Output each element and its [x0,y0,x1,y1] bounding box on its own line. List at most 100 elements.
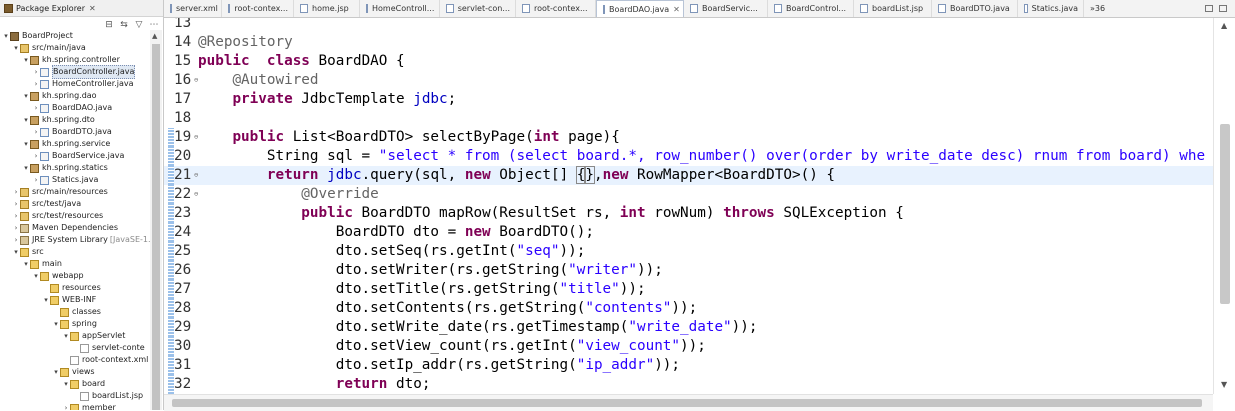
code-line[interactable]: 20 String sql = "select * from (select b… [164,147,1213,166]
tree-node[interactable]: › Maven Dependencies [0,222,150,234]
editor-tab[interactable]: BoardDTO.java [932,0,1018,17]
link-with-editor-icon[interactable]: ⇆ [119,20,129,30]
tree-node[interactable]: resources [0,282,150,294]
tree-node[interactable]: ▾ board [0,378,150,390]
fold-icon[interactable]: ⊖ [194,71,198,90]
expand-arrow-icon[interactable]: ▾ [22,258,30,270]
expand-arrow-icon[interactable]: ▾ [22,90,30,102]
tree-node[interactable]: ▾ src/main/java [0,42,150,54]
tree-node[interactable]: ▾ spring [0,318,150,330]
collapse-arrow-icon[interactable]: › [32,174,40,186]
expand-arrow-icon[interactable]: ▾ [22,138,30,150]
fold-icon[interactable]: ⊖ [194,128,198,147]
expand-arrow-icon[interactable]: ▾ [52,366,60,378]
editor-hscroll-thumb[interactable] [172,399,1202,407]
tree-node[interactable]: ▾ BoardProject [0,30,150,42]
editor-tab[interactable]: root-contex... [222,0,294,17]
editor-tab[interactable]: home.jsp [294,0,360,17]
editor-tab[interactable]: Statics.java [1018,0,1084,17]
tree-node[interactable]: › BoardDAO.java [0,102,150,114]
collapse-arrow-icon[interactable]: › [32,126,40,138]
editor-tab[interactable]: BoardDAO.java ✕ [596,0,684,17]
tree-node[interactable]: › BoardDTO.java [0,126,150,138]
tree-node[interactable]: root-context.xml [0,354,150,366]
fold-icon[interactable]: ⊖ [194,166,198,185]
scroll-up-icon[interactable]: ▲ [152,32,157,40]
code-line[interactable]: 21 ⊖ return jdbc.query(sql, new Object[] … [164,166,1213,185]
expand-arrow-icon[interactable]: ▾ [62,378,70,390]
tree-node[interactable]: › src/main/resources [0,186,150,198]
expand-arrow-icon[interactable]: ▾ [62,330,70,342]
expand-arrow-icon[interactable]: ▾ [2,30,10,42]
expand-arrow-icon[interactable]: ▾ [12,246,20,258]
expand-arrow-icon[interactable]: ▾ [22,114,30,126]
editor-tab[interactable]: root-contex... [516,0,596,17]
code-line[interactable]: 28 dto.setContents(rs.getString("content… [164,299,1213,318]
editor-scroll-thumb[interactable] [1220,124,1230,304]
more-icon[interactable]: ⋯ [149,20,159,30]
tree-node[interactable]: classes [0,306,150,318]
explorer-scrollbar[interactable]: ▲ [150,30,162,410]
tree-node[interactable]: boardList.jsp [0,390,150,402]
editor-horizontal-scrollbar[interactable] [164,394,1213,411]
collapse-arrow-icon[interactable]: › [12,234,20,246]
scroll-down-icon[interactable]: ▼ [1221,380,1227,389]
editor-tab[interactable]: BoardControl... [768,0,854,17]
tree-node[interactable]: ▾ src [0,246,150,258]
code-line[interactable]: 26 dto.setWriter(rs.getString("writer"))… [164,261,1213,280]
expand-arrow-icon[interactable]: ▾ [42,294,50,306]
close-icon[interactable]: ✕ [89,4,96,13]
tree-node[interactable]: ▾ appServlet [0,330,150,342]
code-line[interactable]: 27 dto.setTitle(rs.getString("title")); [164,280,1213,299]
tabs-overflow-button[interactable]: »36 [1084,0,1111,17]
code-line[interactable]: 31 dto.setIp_addr(rs.getString("ip_addr"… [164,356,1213,375]
scroll-up-icon[interactable]: ▲ [1221,21,1227,30]
tree-node[interactable]: ▾ kh.spring.dto [0,114,150,126]
expand-arrow-icon[interactable]: ▾ [22,54,30,66]
code-line[interactable]: 30 dto.setView_count(rs.getInt("view_cou… [164,337,1213,356]
tree-node[interactable]: › BoardController.java [0,65,150,79]
tree-node[interactable]: ▾ webapp [0,270,150,282]
tree-node[interactable]: › src/test/java [0,198,150,210]
tree-node[interactable]: ▾ kh.spring.service [0,138,150,150]
tree-node[interactable]: › member [0,402,150,410]
code-line[interactable]: 14 @Repository [164,33,1213,52]
code-line[interactable]: 22 ⊖ @Override [164,185,1213,204]
collapse-arrow-icon[interactable]: › [12,222,20,234]
view-menu-icon[interactable]: ▽ [134,20,144,30]
tree-node[interactable]: › Statics.java [0,174,150,186]
collapse-arrow-icon[interactable]: › [12,186,20,198]
tree-node[interactable]: ▾ WEB-INF [0,294,150,306]
maximize-icon[interactable] [1219,5,1227,12]
editor-tab[interactable]: HomeControll... [360,0,440,17]
fold-icon[interactable]: ⊖ [194,185,198,204]
collapse-all-icon[interactable]: ⊟ [104,20,114,30]
collapse-arrow-icon[interactable]: › [32,102,40,114]
expand-arrow-icon[interactable]: ▾ [52,318,60,330]
tree-node[interactable]: › JRE System Library [JavaSE-1.8] [0,234,159,246]
expand-arrow-icon[interactable]: ▾ [22,162,30,174]
tree-node[interactable]: ▾ kh.spring.dao [0,90,150,102]
code-line[interactable]: 24 BoardDTO dto = new BoardDTO(); [164,223,1213,242]
code-line[interactable]: 29 dto.setWrite_date(rs.getTimestamp("wr… [164,318,1213,337]
explorer-scroll-thumb[interactable] [152,44,160,410]
code-line[interactable]: 17 private JdbcTemplate jdbc; [164,90,1213,109]
tree-node[interactable]: ▾ kh.spring.statics [0,162,150,174]
tree-node[interactable]: › src/test/resources [0,210,150,222]
close-icon[interactable]: ✕ [673,5,680,14]
minimize-icon[interactable] [1205,5,1213,12]
tree-node[interactable]: ▾ views [0,366,150,378]
editor-tab[interactable]: server.xml [164,0,222,17]
editor-tab[interactable]: servlet-con... [440,0,516,17]
editor-tab[interactable]: BoardServic... [684,0,768,17]
tree-node[interactable]: › HomeController.java [0,78,150,90]
code-line[interactable]: 25 dto.setSeq(rs.getInt("seq")); [164,242,1213,261]
collapse-arrow-icon[interactable]: › [12,210,20,222]
code-line[interactable]: 32 return dto; [164,375,1213,394]
collapse-arrow-icon[interactable]: › [32,78,40,90]
code-line[interactable]: 23 public BoardDTO mapRow(ResultSet rs, … [164,204,1213,223]
tree-node[interactable]: › BoardService.java [0,150,150,162]
editor-tab[interactable]: boardList.jsp [854,0,932,17]
collapse-arrow-icon[interactable]: › [32,150,40,162]
package-explorer-header[interactable]: Package Explorer ✕ [0,0,163,17]
